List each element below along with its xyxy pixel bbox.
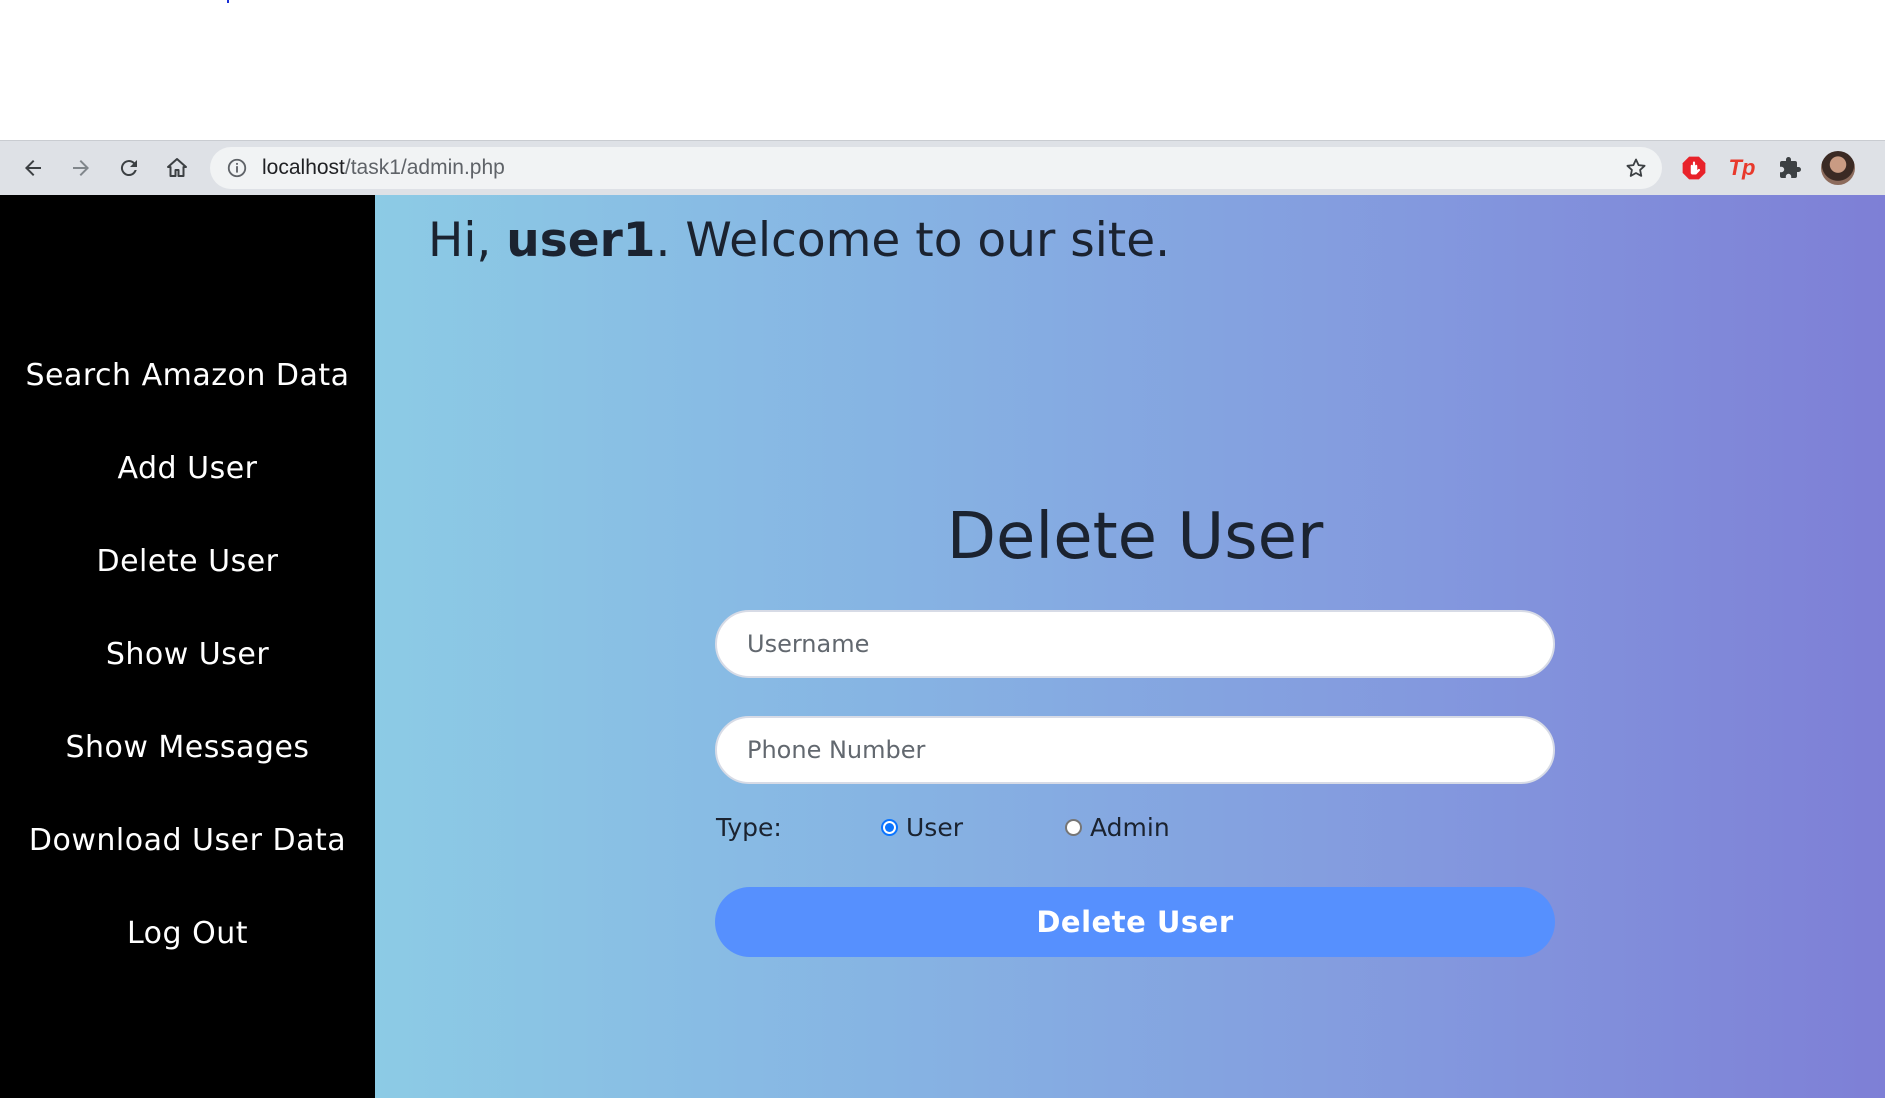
blank-top-area [0,0,1885,140]
address-bar[interactable]: localhost/task1/admin.php [210,147,1662,189]
username-input[interactable] [715,610,1555,678]
adblock-icon[interactable] [1679,153,1709,183]
greeting-prefix: Hi, [428,213,507,268]
form-title: Delete User [946,500,1324,574]
delete-user-button[interactable]: Delete User [715,887,1555,957]
sidebar-item-download-user-data[interactable]: Download User Data [0,823,375,858]
back-button[interactable] [14,149,52,187]
phone-number-input[interactable] [715,716,1555,784]
main-content: Hi, user1. Welcome to our site. Delete U… [375,195,1885,1098]
reload-button[interactable] [110,149,148,187]
home-icon [167,158,187,177]
extensions-puzzle-icon [1780,157,1801,178]
admin-radio-label: Admin [1090,813,1170,842]
tp-extension-icon[interactable]: Tp [1727,153,1757,183]
admin-radio[interactable] [1065,819,1082,836]
info-icon[interactable] [226,157,248,179]
user-radio-label: User [906,813,963,842]
arrow-right-icon [73,160,89,176]
greeting-suffix: . Welcome to our site. [655,213,1171,268]
profile-avatar[interactable] [1821,151,1855,185]
type-label: Type: [716,813,782,842]
bookmark-star-icon[interactable] [1624,156,1648,180]
sidebar-item-show-user[interactable]: Show User [0,637,375,672]
url-text[interactable]: localhost/task1/admin.php [262,156,505,180]
sidebar-nav: Search Amazon Data Add User Delete User … [0,195,375,1098]
reload-icon [120,160,137,177]
sidebar-item-log-out[interactable]: Log Out [0,916,375,951]
forward-button[interactable] [62,149,100,187]
welcome-message: Hi, user1. Welcome to our site. [428,213,1170,268]
type-option-admin[interactable]: Admin [1065,813,1170,842]
home-button[interactable] [158,149,196,187]
user-radio[interactable] [881,819,898,836]
type-option-user[interactable]: User [881,813,963,842]
stop-hand-icon [1682,156,1706,180]
url-host: localhost [262,156,345,179]
browser-toolbar: localhost/task1/admin.php Tp [0,140,1885,195]
sidebar-item-add-user[interactable]: Add User [0,451,375,486]
arrow-left-icon [25,160,41,176]
sidebar-item-delete-user[interactable]: Delete User [0,544,375,579]
sidebar-item-search-amazon-data[interactable]: Search Amazon Data [0,358,375,393]
sidebar-item-show-messages[interactable]: Show Messages [0,730,375,765]
current-username: user1 [506,213,656,268]
puzzle-icon[interactable] [1775,153,1805,183]
url-path: /task1/admin.php [344,156,505,179]
cursor-mark [227,0,229,3]
